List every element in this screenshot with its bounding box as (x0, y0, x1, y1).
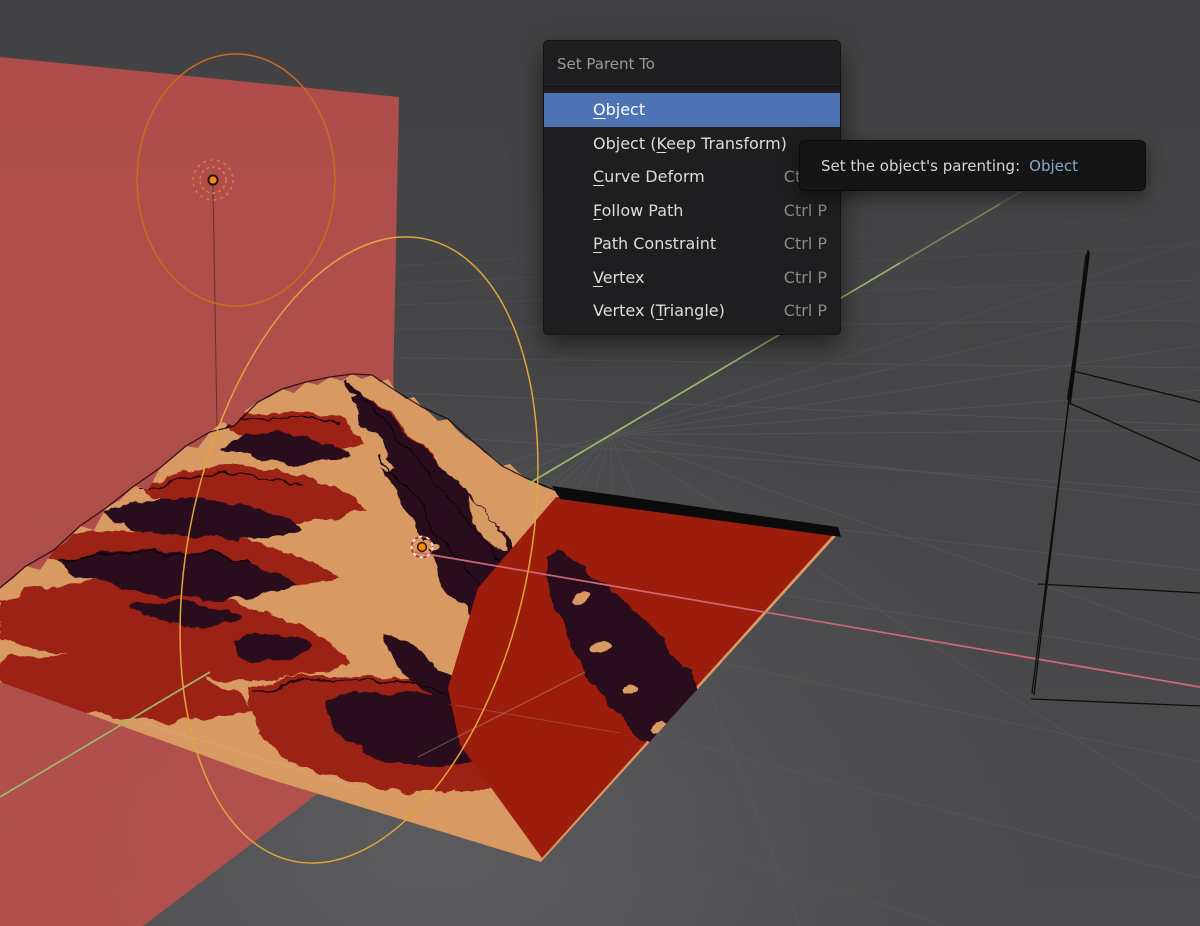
blender-3d-viewport[interactable]: Set Parent To Object Object (Keep Transfo… (0, 0, 1200, 926)
tooltip-label: Set the object's parenting: (821, 156, 1021, 175)
light-origin-dot (207, 174, 219, 186)
menu-item-label: Object (593, 100, 646, 120)
menu-item-label: Curve Deform (593, 167, 705, 187)
set-parent-to-menu[interactable]: Set Parent To Object Object (Keep Transfo… (543, 40, 841, 335)
menu-item-label: Vertex (Triangle) (593, 301, 725, 321)
menu-item-4[interactable]: Path Constraint Ctrl P (544, 227, 840, 261)
menu-item-shortcut: Ctrl P (783, 267, 827, 287)
tooltip-value: Object (1029, 156, 1078, 175)
cursor-origin-dot (416, 541, 428, 553)
tooltip: Set the object's parenting: Object (799, 140, 1146, 191)
menu-item-1[interactable]: Object (Keep Transform) (544, 127, 840, 161)
menu-item-0[interactable]: Object (544, 93, 840, 127)
menu-item-shortcut: Ctrl P (783, 200, 827, 220)
menu-item-shortcut: Ctrl P (783, 234, 827, 254)
menu-item-shortcut: Ctrl P (783, 301, 827, 321)
menu-item-6[interactable]: Vertex (Triangle) Ctrl P (544, 294, 840, 328)
menu-item-5[interactable]: Vertex Ctrl P (544, 261, 840, 295)
menu-item-2[interactable]: Curve DeformCtrl P (544, 160, 840, 194)
menu-item-label: Object (Keep Transform) (593, 133, 787, 153)
menu-items: Object Object (Keep Transform) Curve Defor… (544, 87, 840, 334)
menu-item-label: Path Constraint (593, 234, 717, 254)
menu-item-label: Vertex (593, 267, 645, 287)
menu-item-3[interactable]: Follow Path Ctrl P (544, 194, 840, 228)
menu-item-label: Follow Path (593, 200, 684, 220)
menu-title: Set Parent To (544, 41, 840, 87)
